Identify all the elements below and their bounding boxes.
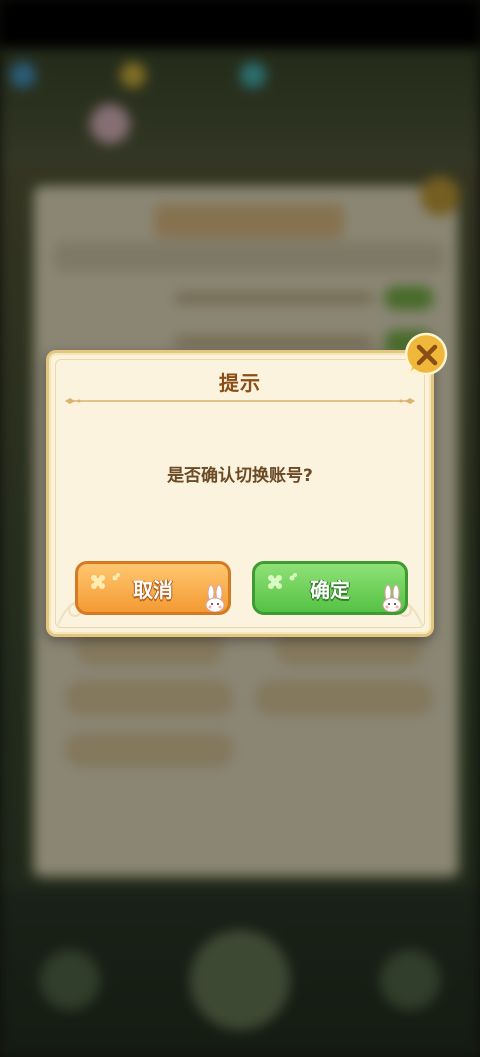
cancel-button[interactable]: 取消 [75, 561, 231, 615]
flower-icon [268, 573, 297, 589]
bunny-icon [205, 584, 225, 612]
dialog-message: 是否确认切换账号? [167, 466, 313, 486]
confirm-button-label: 确定 [310, 577, 350, 602]
close-icon[interactable] [404, 332, 450, 378]
title-divider [65, 398, 415, 404]
confirm-button[interactable]: 确定 [252, 561, 408, 615]
flower-icon [91, 573, 120, 589]
game-screen: 提示 是否确认切换账号? 取消 确定 [0, 0, 480, 1057]
cancel-button-label: 取消 [133, 577, 173, 602]
bunny-icon [382, 584, 402, 612]
confirm-dialog: 提示 是否确认切换账号? 取消 确定 [46, 350, 434, 637]
dialog-title: 提示 [219, 371, 261, 395]
